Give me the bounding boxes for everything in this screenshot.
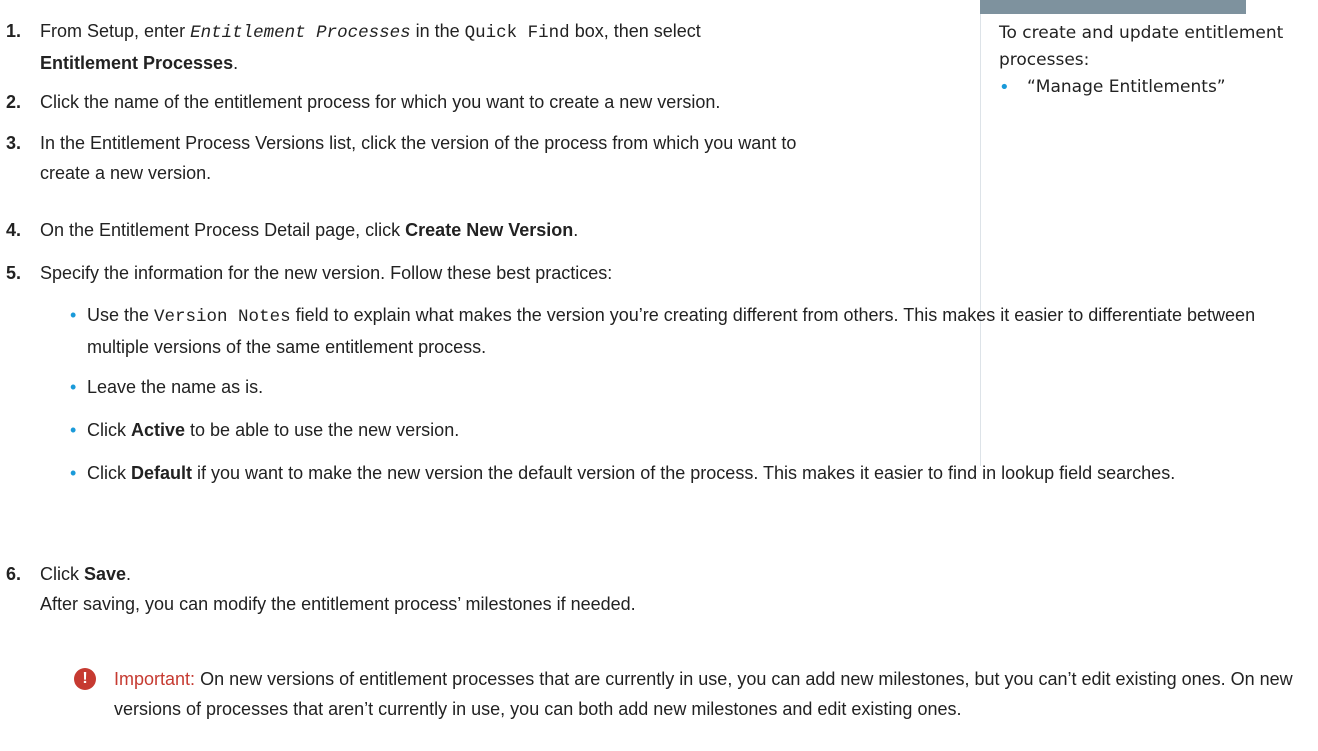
step-text: In the Entitlement Process Versions list… [40, 133, 797, 183]
bullet-text-part: Click [87, 463, 131, 483]
step-text-part: On the Entitlement Process Detail page, … [40, 220, 406, 240]
sidebar-permissions: To create and update entitlement process… [999, 20, 1299, 101]
step-text-part: . [573, 220, 579, 240]
alert-icon: ! [74, 668, 96, 690]
ui-term: Save [84, 564, 127, 584]
sidebar-permission-item: • “Manage Entitlements” [999, 74, 1299, 101]
ui-term: Default [131, 463, 193, 483]
code-term: Version Notes [154, 307, 291, 327]
important-label: Important: [114, 669, 196, 689]
bullet-icon: • [999, 77, 1010, 98]
important-body: On new versions of entitlement processes… [114, 669, 1293, 719]
step-text-part: in the [410, 21, 465, 41]
code-term: Entitlement Processes [190, 23, 411, 43]
step-text-part: box, then select [569, 21, 701, 41]
ui-term: Entitlement Processes [40, 53, 234, 73]
bullet-icon: • [70, 305, 77, 325]
bullet-text: Leave the name as is. [87, 377, 264, 397]
step-number: 3. [6, 133, 22, 153]
step-text-part: . [233, 53, 239, 73]
step-text: Click the name of the entitlement proces… [40, 92, 721, 112]
bullet-text: Click Default if you want to make the ne… [87, 458, 1278, 488]
step-text-part: . [126, 564, 132, 584]
step-text-part: From Setup, enter [40, 21, 191, 41]
ui-term: Create New Version [405, 220, 574, 240]
bullet-icon: • [70, 377, 77, 397]
important-text: Important: On new versions of entitlemen… [114, 664, 1294, 724]
ui-term: Active [131, 420, 186, 440]
bullet-icon: • [70, 420, 77, 440]
bullet-icon: • [70, 463, 77, 483]
step-number: 6. [6, 564, 22, 584]
bullet-text-part: to be able to use the new version. [185, 420, 460, 440]
step-text-part: Click [40, 564, 84, 584]
step-text: On the Entitlement Process Detail page, … [40, 215, 1318, 245]
step-number: 5. [6, 263, 22, 283]
sidebar-header-bar [980, 0, 1246, 14]
bullet-text-part: Use the [87, 305, 155, 325]
bullet-text: Click Active to be able to use the new v… [87, 415, 1278, 445]
bullet-text: Use the Version Notes field to explain w… [87, 300, 1278, 362]
step-number: 1. [6, 21, 22, 41]
step-text: From Setup, enter Entitlement Processes … [40, 16, 956, 78]
step-number: 4. [6, 220, 22, 240]
bullet-text-part: Click [87, 420, 131, 440]
step-number: 2. [6, 92, 22, 112]
code-term: Quick Find [464, 23, 570, 43]
bullet-text-part: if you want to make the new version the … [192, 463, 1176, 483]
permission-label: “Manage Entitlements” [1027, 77, 1226, 97]
step-text: Click Save. After saving, you can modify… [40, 559, 1318, 619]
sidebar-heading: To create and update entitlement process… [999, 23, 1284, 70]
step-note: After saving, you can modify the entitle… [40, 594, 636, 614]
step-text: Specify the information for the new vers… [40, 263, 613, 283]
